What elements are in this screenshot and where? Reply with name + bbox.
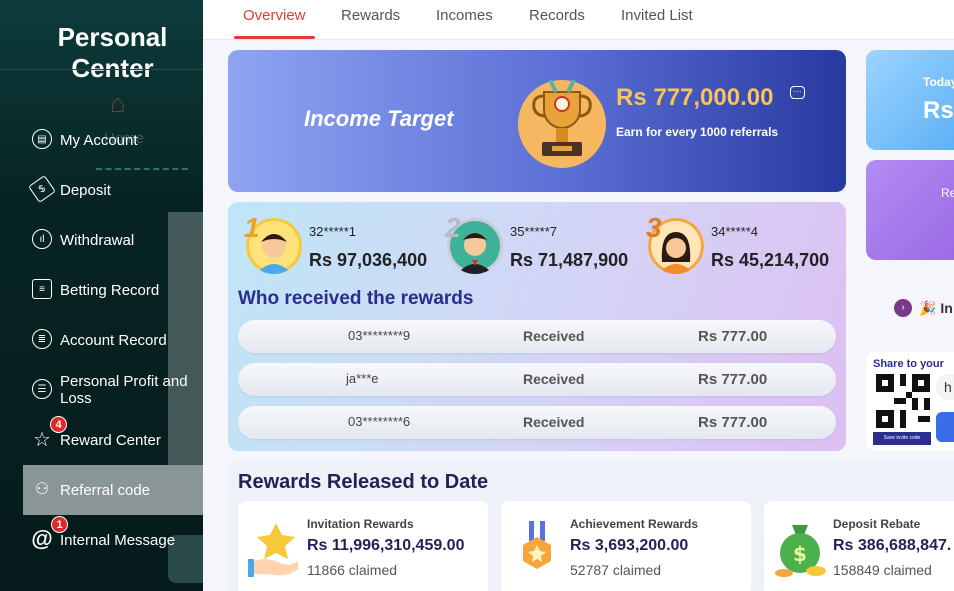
- sidebar-item-label: Reward Center: [60, 431, 161, 449]
- invite-label: 🎉 In: [919, 300, 953, 316]
- income-target-subtitle: Earn for every 1000 referrals: [616, 125, 779, 139]
- sidebar-item-label: My Account: [60, 131, 138, 149]
- sidebar-item-label: Personal Profit and Loss: [60, 373, 188, 407]
- invitation-rewards-icon: [248, 523, 298, 577]
- profit-loss-icon: ☰: [32, 379, 52, 399]
- sidebar-item-profit-loss[interactable]: ☰ Personal Profit and Loss: [0, 365, 203, 415]
- received-row: 03********6 Received Rs 777.00: [238, 406, 836, 439]
- sidebar-item-label: Referral code: [60, 481, 151, 499]
- sidebar-item-label: Account Record: [60, 331, 167, 349]
- tab-invited-list[interactable]: Invited List: [621, 0, 693, 40]
- leader-1: 1 32*****1 Rs 97,036,400: [228, 212, 428, 276]
- tab-rewards[interactable]: Rewards: [341, 0, 400, 40]
- income-target-banner: Income Target Rs 777,000.00 Earn for eve…: [228, 50, 846, 192]
- referral-icon: ⚇: [34, 481, 50, 498]
- referral-card: Re: [866, 160, 954, 260]
- leader-3: 3 34*****4 Rs 45,214,700: [630, 212, 830, 276]
- qr-code-icon: [876, 374, 930, 428]
- sidebar-item-withdrawal[interactable]: ıl Withdrawal: [0, 215, 203, 265]
- received-row: 03********9 Received Rs 777.00: [238, 320, 836, 353]
- sidebar-item-internal-message[interactable]: @ 1 Internal Message: [0, 515, 203, 565]
- sidebar-title: Personal Center: [57, 22, 168, 83]
- today-income-card: Today Rs: [866, 50, 954, 150]
- sidebar-item-referral-code[interactable]: ⚇ Referral code: [23, 465, 203, 515]
- rank-badge: 3: [646, 212, 662, 243]
- tab-bar: Overview Rewards Incomes Records Invited…: [203, 0, 954, 40]
- sidebar-item-label: Deposit: [60, 181, 111, 199]
- money-bag-icon: $: [775, 525, 826, 577]
- invite-link-row[interactable]: › 🎉 In: [894, 299, 954, 317]
- at-icon: @: [31, 526, 53, 551]
- income-target-amount: Rs 777,000.00: [616, 84, 774, 111]
- leader-user: 35*****7: [510, 224, 557, 239]
- rank-badge: 1: [244, 212, 260, 243]
- leader-amount: Rs 97,036,400: [309, 250, 428, 270]
- leaderboard-card: 1 32*****1 Rs 97,036,400 2 35*****7 Rs 7…: [228, 202, 846, 451]
- message-badge: 1: [51, 516, 68, 533]
- rank-badge: 2: [445, 212, 461, 243]
- account-record-icon: ≣: [32, 329, 52, 349]
- svg-text:$: $: [793, 542, 807, 566]
- betting-record-icon: ≡: [32, 279, 52, 299]
- sidebar-divider: [0, 69, 203, 70]
- tab-overview[interactable]: Overview: [234, 0, 314, 40]
- reward-badge: 4: [50, 416, 67, 433]
- invite-code-field[interactable]: h: [936, 374, 954, 400]
- achievement-medal-icon: [523, 521, 551, 569]
- tab-records[interactable]: Records: [529, 0, 585, 40]
- chevron-right-icon: ›: [894, 299, 912, 317]
- rewards-released-section: Rewards Released to Date Invitation Rewa…: [228, 460, 954, 591]
- deposit-icon: $: [28, 175, 56, 203]
- trophy-icon: [518, 79, 606, 168]
- leader-amount: Rs 71,487,900: [510, 250, 629, 270]
- sidebar-item-my-account[interactable]: ▤ My Account: [0, 115, 203, 165]
- sidebar-item-deposit[interactable]: $ Deposit: [0, 165, 203, 215]
- income-target-label: Income Target: [304, 106, 454, 131]
- leader-user: 34*****4: [711, 224, 758, 239]
- sidebar: ⌂ Home Personal Center ▤ My Account $ De…: [0, 0, 203, 591]
- who-received-heading: Who received the rewards: [238, 288, 474, 309]
- sidebar-item-betting-record[interactable]: ≡ Betting Record: [0, 265, 203, 315]
- leader-amount: Rs 45,214,700: [711, 250, 830, 270]
- rewards-released-heading: Rewards Released to Date: [238, 471, 489, 493]
- share-card: Share to your Save invite code h: [866, 352, 954, 450]
- reward-icon: ☆: [33, 428, 51, 451]
- received-row: ja***e Received Rs 777.00: [238, 363, 836, 396]
- sidebar-item-label: Withdrawal: [60, 231, 135, 249]
- leader-2: 2 35*****7 Rs 71,487,900: [429, 212, 629, 276]
- achievement-rewards-card: Achievement Rewards Rs 3,693,200.00 5278…: [501, 501, 751, 591]
- deposit-rebate-card: $ Deposit Rebate Rs 386,688,847. 158849 …: [764, 501, 954, 591]
- save-invite-code-button[interactable]: Save invite code: [873, 432, 931, 445]
- tab-incomes[interactable]: Incomes: [436, 0, 493, 40]
- account-icon: ▤: [32, 129, 52, 149]
- sidebar-item-label: Internal Message: [60, 531, 176, 549]
- sidebar-item-label: Betting Record: [60, 281, 160, 299]
- copy-button[interactable]: [936, 412, 954, 442]
- chat-icon[interactable]: ···: [790, 86, 805, 99]
- withdrawal-icon: ıl: [32, 229, 52, 249]
- invitation-rewards-card: Invitation Rewards Rs 11,996,310,459.00 …: [238, 501, 488, 591]
- sidebar-item-reward-center[interactable]: ☆ 4 Reward Center: [0, 415, 203, 465]
- sidebar-item-account-record[interactable]: ≣ Account Record: [0, 315, 203, 365]
- share-title: Share to your: [873, 358, 944, 370]
- leader-user: 32*****1: [309, 224, 356, 239]
